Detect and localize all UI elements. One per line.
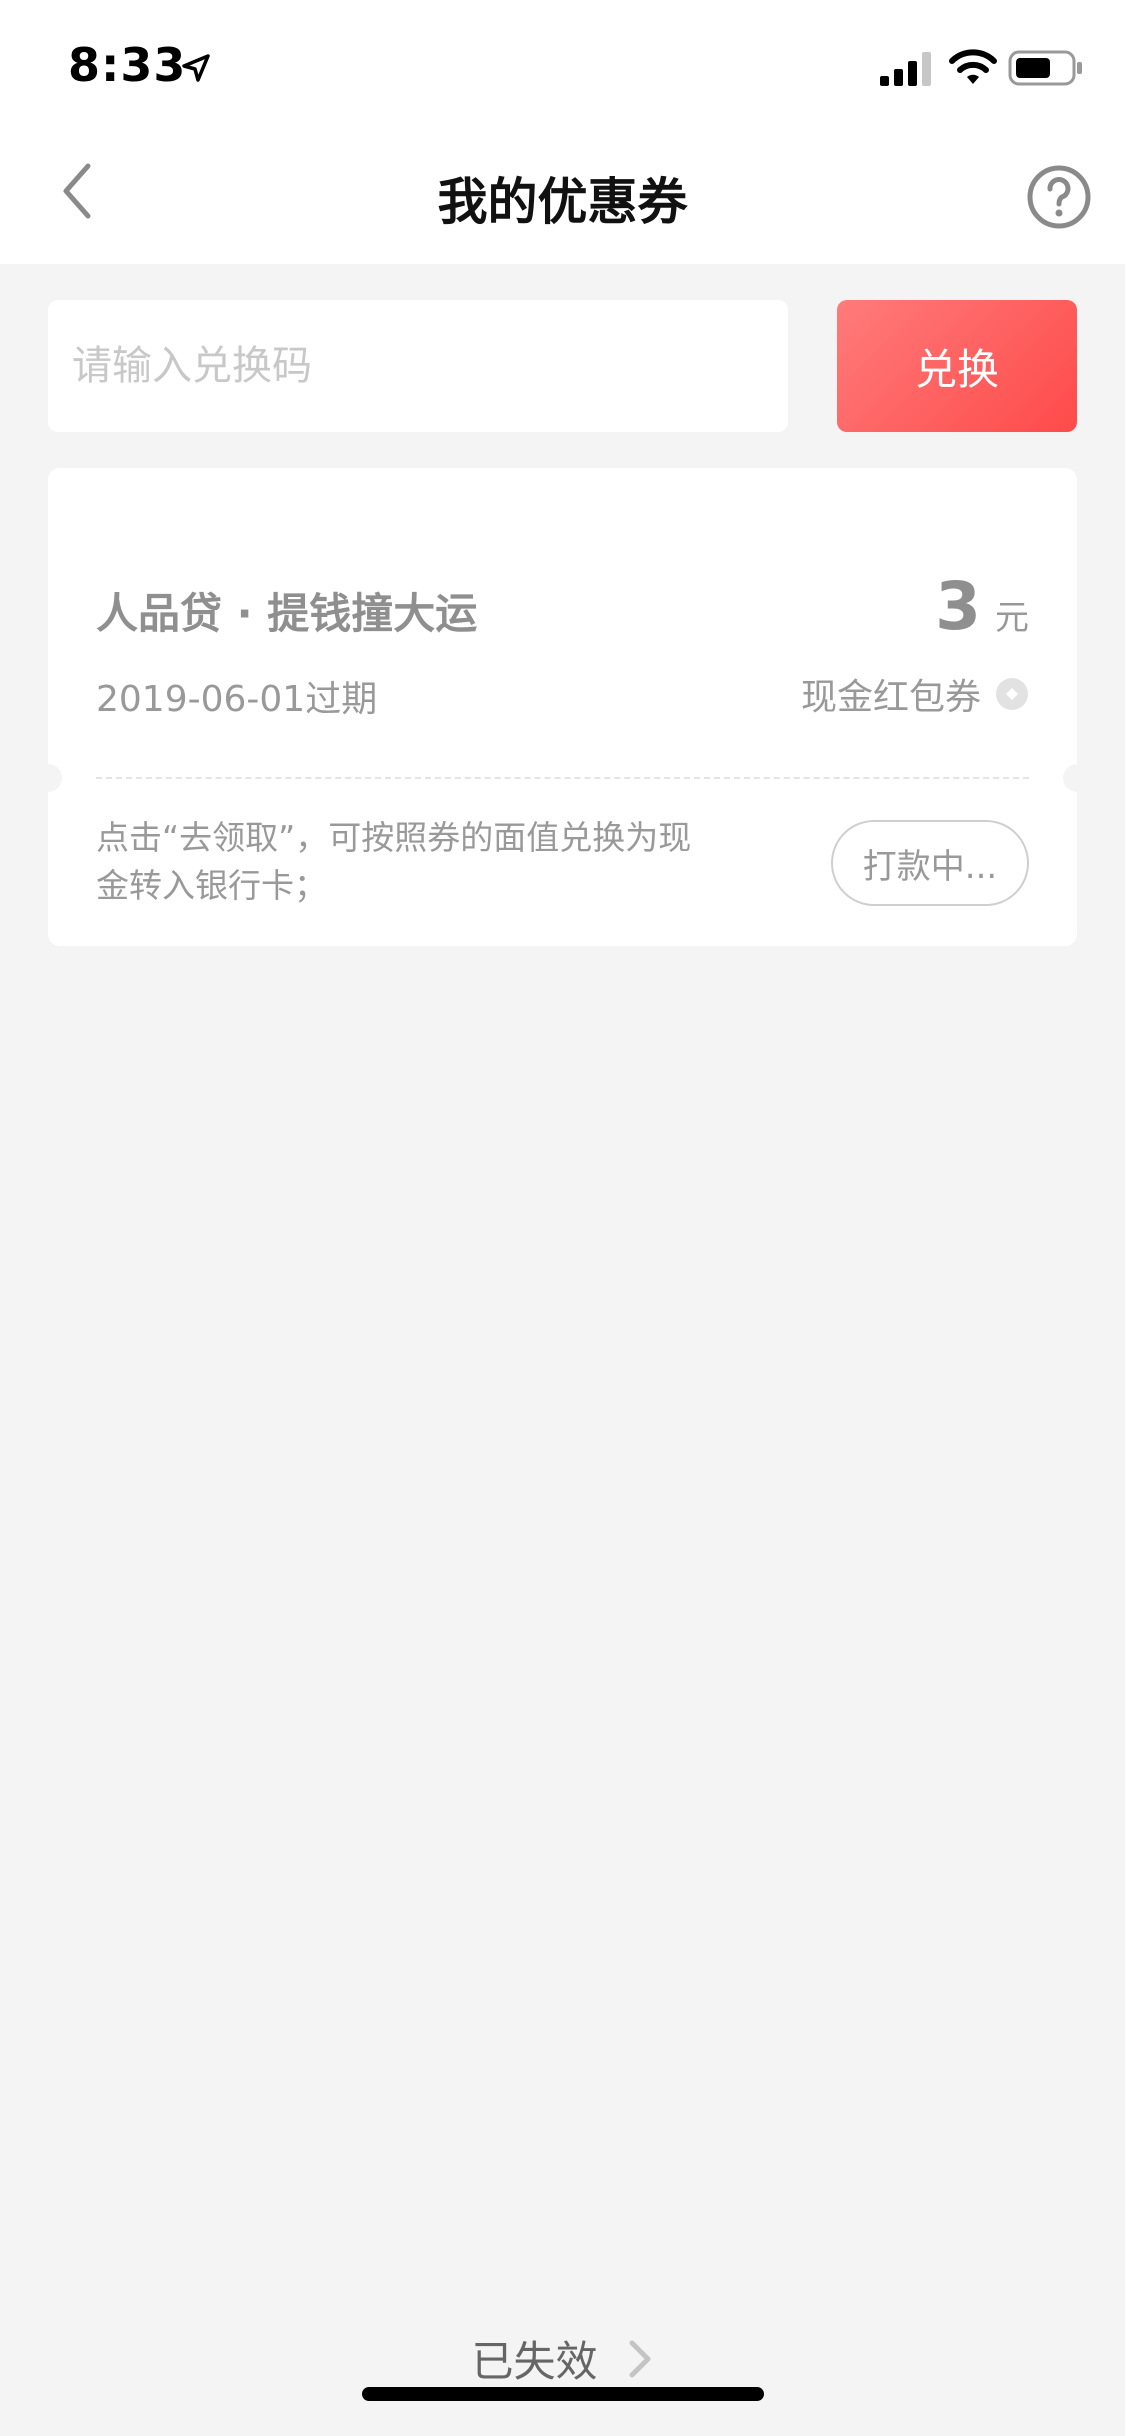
- coupon-expiry: 2019-06-01过期: [96, 679, 378, 720]
- coupons-screen: 8:33 我的优惠券 请输入兑换码 兑换 人品贷 · 提钱撞大运 2019-06…: [0, 0, 1125, 2436]
- page-title: 我的优惠券: [437, 173, 688, 231]
- payout-status-button[interactable]: 打款中...: [831, 820, 1029, 906]
- card-divider: [96, 777, 1029, 779]
- location-arrow-icon: [182, 54, 210, 82]
- redeem-button[interactable]: 兑换: [837, 300, 1077, 432]
- cellular-signal-icon: [880, 52, 931, 86]
- coupon-unit: 元: [995, 598, 1029, 638]
- wifi-icon: [949, 49, 997, 84]
- card-notch-left: [34, 764, 62, 792]
- help-icon[interactable]: [1026, 164, 1092, 230]
- home-indicator: [362, 2387, 764, 2401]
- coupon-value: 3元: [935, 568, 1029, 645]
- card-notch-right: [1063, 764, 1091, 792]
- coupon-amount: 3: [935, 568, 981, 645]
- chevron-right-icon: [629, 2340, 650, 2377]
- coupon-type: 现金红包券: [801, 668, 1029, 720]
- battery-icon: [1008, 50, 1082, 86]
- expired-coupons-link[interactable]: 已失效: [0, 2328, 1125, 2389]
- coupon-title: 人品贷 · 提钱撞大运: [96, 589, 478, 638]
- navigation-bar: 我的优惠券: [0, 132, 1125, 264]
- status-bar: 8:33: [0, 0, 1125, 132]
- coin-icon: [996, 678, 1028, 710]
- coupon-card[interactable]: 人品贷 · 提钱撞大运 2019-06-01过期 3元 现金红包券 点击“去领取…: [34, 468, 1091, 946]
- coupon-description: 点击“去领取”，可按照券的面值兑换为现金转入银行卡；: [96, 818, 692, 905]
- status-time: 8:33: [68, 38, 187, 92]
- redeem-code-input[interactable]: [48, 300, 788, 432]
- expired-label: 已失效: [471, 2337, 598, 2386]
- coupon-type-label: 现金红包券: [800, 677, 981, 718]
